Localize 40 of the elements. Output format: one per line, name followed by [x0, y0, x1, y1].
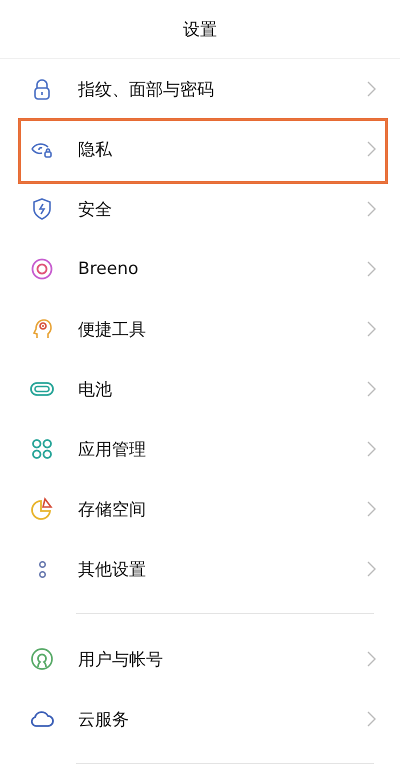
- pie-chart-icon: [30, 497, 54, 522]
- item-label: 便捷工具: [78, 318, 147, 341]
- chevron-icon: [367, 381, 376, 398]
- settings-item[interactable]: 其他设置: [0, 539, 400, 600]
- settings-item[interactable]: 用户与帐号: [0, 629, 400, 690]
- item-label: 其他设置: [78, 558, 147, 581]
- chevron-icon: [367, 201, 376, 218]
- chevron-icon: [367, 711, 376, 728]
- item-label: 指纹、面部与密码: [78, 78, 215, 101]
- settings-item[interactable]: 存储空间: [0, 479, 400, 540]
- chevron-icon: [367, 141, 376, 158]
- settings-item[interactable]: 应用管理: [0, 419, 400, 480]
- settings-item[interactable]: Breeno: [0, 239, 400, 300]
- item-label: 隐私: [78, 138, 113, 161]
- chevron-icon: [367, 561, 376, 578]
- settings-item[interactable]: 隐私: [0, 119, 400, 180]
- apps-grid-icon: [30, 437, 54, 462]
- chevron-icon: [367, 261, 376, 278]
- dots-icon: [38, 560, 46, 578]
- item-label: 安全: [78, 198, 113, 221]
- ring-icon: [30, 257, 54, 282]
- item-label: 存储空间: [78, 498, 147, 521]
- settings-item[interactable]: 云服务: [0, 689, 400, 750]
- chevron-icon: [367, 81, 376, 98]
- chevron-icon: [367, 441, 376, 458]
- settings-item[interactable]: 安全: [0, 179, 400, 240]
- page-title: 设置: [183, 18, 217, 41]
- settings-item[interactable]: 电池: [0, 359, 400, 420]
- item-label: 电池: [78, 378, 113, 401]
- chevron-icon: [367, 651, 376, 668]
- item-label: 应用管理: [78, 438, 147, 461]
- user-icon: [30, 647, 54, 672]
- shield-icon: [30, 197, 54, 222]
- settings-item[interactable]: 指纹、面部与密码: [0, 59, 400, 120]
- settings-item[interactable]: 便捷工具: [0, 299, 400, 360]
- item-label: Breeno: [78, 259, 140, 280]
- item-label: 用户与帐号: [78, 648, 164, 671]
- chevron-icon: [367, 321, 376, 338]
- chevron-icon: [367, 501, 376, 518]
- item-label: 云服务: [78, 708, 130, 731]
